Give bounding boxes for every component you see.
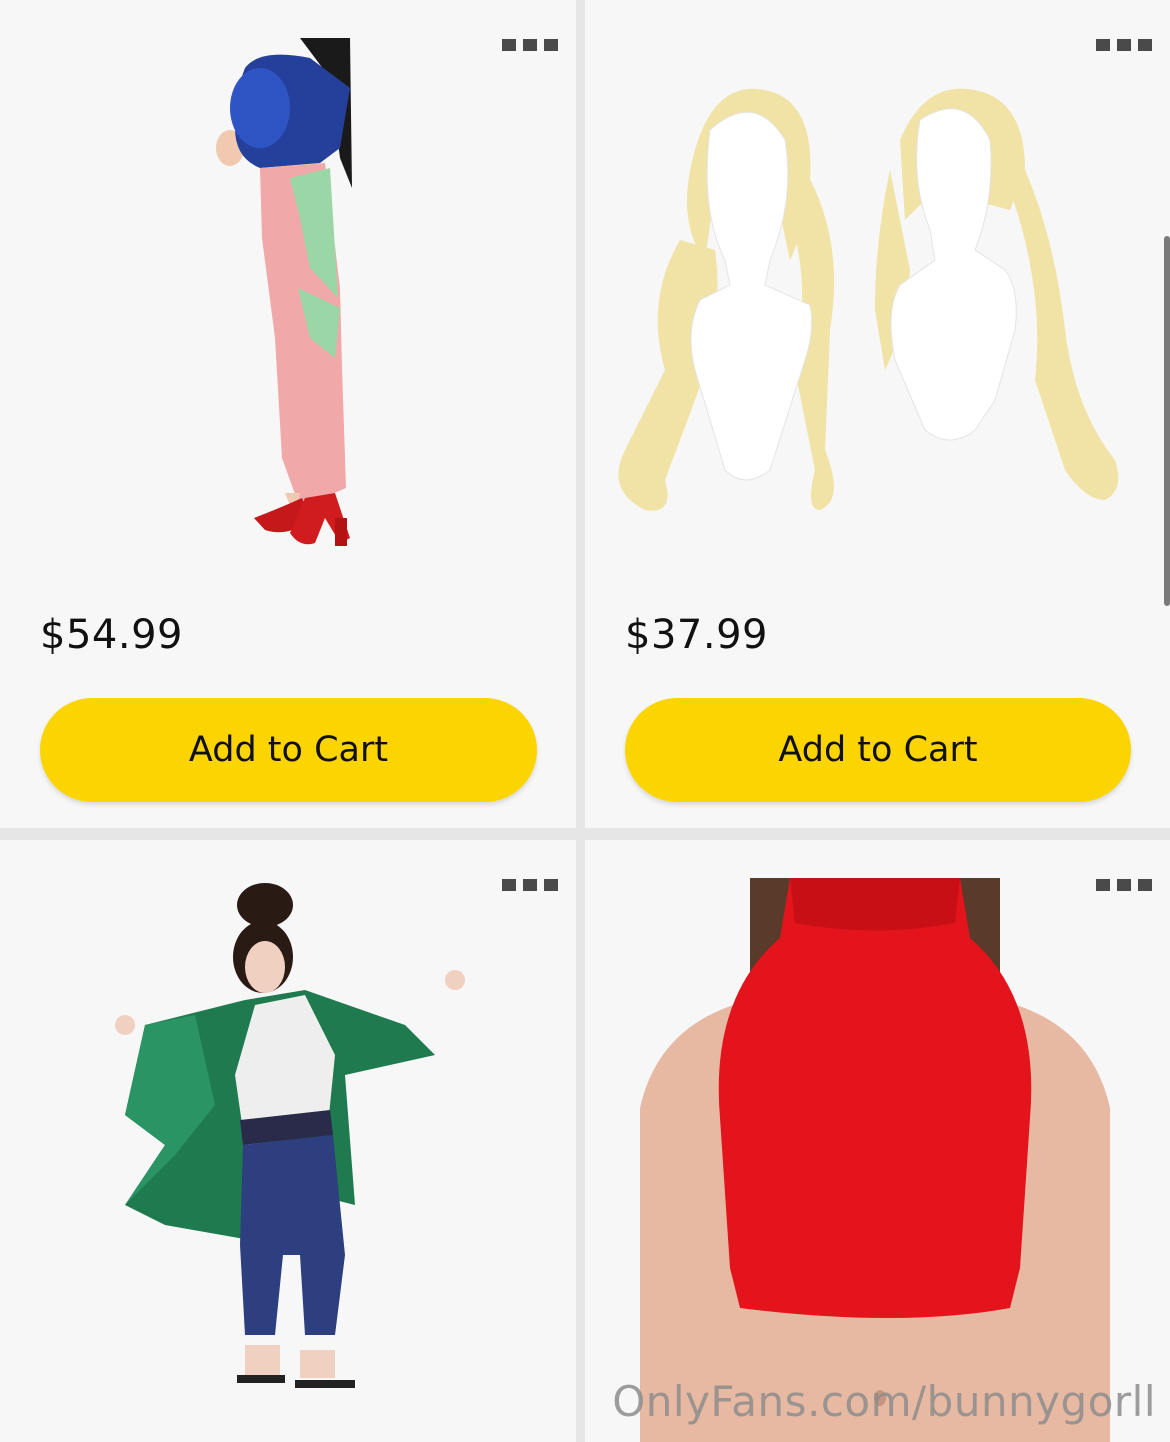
add-to-cart-button[interactable]: Add to Cart [625, 698, 1131, 802]
product-image-dress[interactable] [190, 38, 380, 583]
product-card[interactable] [0, 840, 576, 1442]
more-options-icon[interactable] [502, 38, 558, 52]
watermark-text: OnlyFans.com/bunnygorll [612, 1377, 1156, 1426]
product-price: $54.99 [40, 612, 183, 658]
add-to-cart-button[interactable]: Add to Cart [40, 698, 537, 802]
more-options-icon[interactable] [1096, 38, 1152, 52]
product-image-wig[interactable] [605, 70, 1145, 550]
more-options-icon[interactable] [502, 878, 558, 892]
product-card[interactable]: OnlyFans.com/bunnygorll [585, 840, 1170, 1442]
product-grid: $54.99 Add to Cart $37.99 Add to Cart On… [0, 0, 1170, 1442]
product-card[interactable]: $54.99 Add to Cart [0, 0, 576, 828]
product-image-red-top[interactable] [640, 878, 1110, 1442]
product-price: $37.99 [625, 612, 768, 658]
scrollbar[interactable] [1164, 236, 1170, 606]
product-image-ninja-costume[interactable] [105, 875, 475, 1420]
product-card[interactable]: $37.99 Add to Cart [585, 0, 1170, 828]
